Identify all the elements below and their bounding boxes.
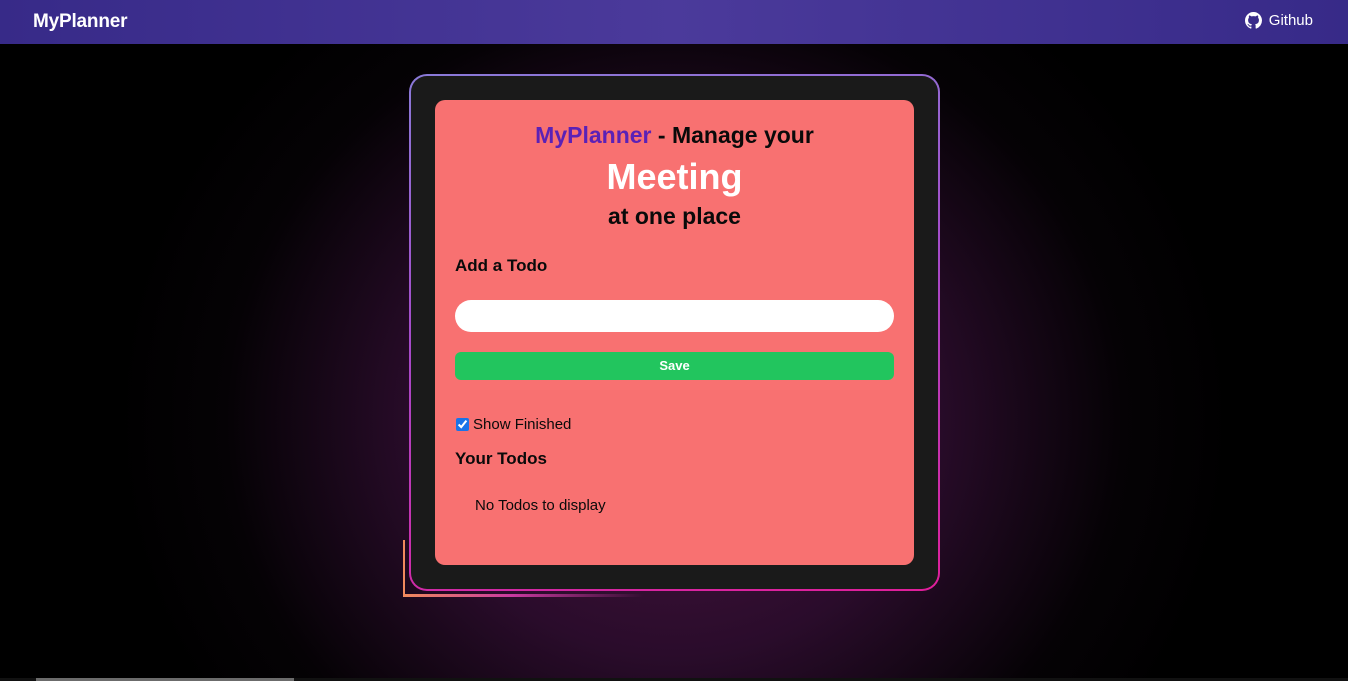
github-link[interactable]: Github xyxy=(1244,12,1313,29)
add-todo-heading: Add a Todo xyxy=(455,255,548,275)
hero-tagline: at one place xyxy=(608,202,741,229)
github-icon xyxy=(1244,12,1262,29)
your-todos-heading: Your Todos xyxy=(455,448,547,468)
show-finished-label: Show Finished xyxy=(473,415,572,433)
hero-headline: MyPlanner - Manage your xyxy=(455,122,894,149)
hero-manage-text: - Manage your xyxy=(651,122,814,148)
show-finished-toggle[interactable]: Show Finished xyxy=(455,416,894,433)
top-navbar: MyPlanner Github xyxy=(0,0,1348,44)
save-button[interactable]: Save xyxy=(455,351,894,380)
todo-input[interactable] xyxy=(455,299,894,332)
planner-frame-inner: MyPlanner - Manage your Meeting at one p… xyxy=(411,76,938,589)
planner-card: MyPlanner - Manage your Meeting at one p… xyxy=(435,100,914,565)
navbar-brand[interactable]: MyPlanner xyxy=(33,11,127,33)
empty-todos-message: No Todos to display xyxy=(475,496,606,514)
hero-app-name: MyPlanner xyxy=(535,122,652,148)
hero-highlight-word: Meeting xyxy=(606,156,743,197)
show-finished-checkbox[interactable] xyxy=(456,417,469,431)
planner-frame: MyPlanner - Manage your Meeting at one p… xyxy=(409,74,940,591)
github-label: Github xyxy=(1268,12,1313,29)
